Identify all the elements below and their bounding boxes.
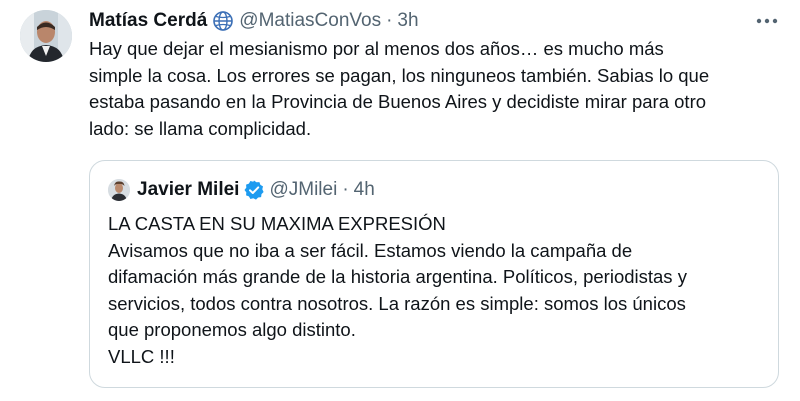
- quoted-tweet-text: LA CASTA EN SU MAXIMA EXPRESIÓN Avisamos…: [108, 211, 768, 370]
- quoted-text-line: VLLC !!!: [108, 345, 175, 367]
- quoted-author-name: Javier Milei: [137, 179, 240, 200]
- separator-dot: ·: [342, 179, 349, 200]
- tweet-header: Matías Cerdá @MatiasConVos · 3h: [89, 8, 419, 34]
- quoted-tweet-timestamp: 4h: [353, 179, 375, 200]
- quoted-author-handle: @JMilei: [269, 179, 338, 200]
- author-handle[interactable]: @MatiasConVos: [239, 10, 381, 32]
- author-name[interactable]: Matías Cerdá: [89, 10, 207, 32]
- tweet-text-line: simple la cosa. Los errores se pagan, lo…: [89, 64, 710, 86]
- quoted-text-line: Avisamos que no iba a ser fácil. Estamos…: [108, 239, 633, 261]
- quoted-text-line: que proponemos algo distinto.: [108, 319, 356, 340]
- tweet-text-line: lado: se llama complicidad.: [89, 117, 312, 139]
- tweet: Matías Cerdá @MatiasConVos · 3h Hay que …: [0, 0, 800, 401]
- separator-dot: ·: [386, 10, 393, 31]
- quoted-text-line: servicios, todos contra nosotros. La raz…: [108, 292, 686, 314]
- tweet-text-line: estaba pasando en la Provincia de Buenos…: [89, 91, 707, 112]
- tweet-timestamp[interactable]: 3h: [397, 10, 418, 32]
- quoted-text-line: LA CASTA EN SU MAXIMA EXPRESIÓN: [108, 213, 446, 234]
- author-avatar[interactable]: [20, 10, 72, 62]
- quoted-tweet-card[interactable]: Javier Milei @JMilei · 4h LA CASTA EN SU…: [89, 160, 779, 388]
- tweet-text-line: Hay que dejar el mesianismo por al menos…: [89, 38, 664, 59]
- verified-badge-icon: [243, 179, 265, 201]
- quoted-tweet-header: Javier Milei @JMilei · 4h: [137, 177, 375, 203]
- globe-icon: [212, 10, 234, 32]
- tweet-text: Hay que dejar el mesianismo por al menos…: [89, 36, 789, 142]
- more-options-icon[interactable]: [754, 10, 780, 32]
- quoted-text-line: difamación más grande de la historia arg…: [108, 266, 687, 287]
- quoted-author-avatar: [108, 179, 130, 201]
